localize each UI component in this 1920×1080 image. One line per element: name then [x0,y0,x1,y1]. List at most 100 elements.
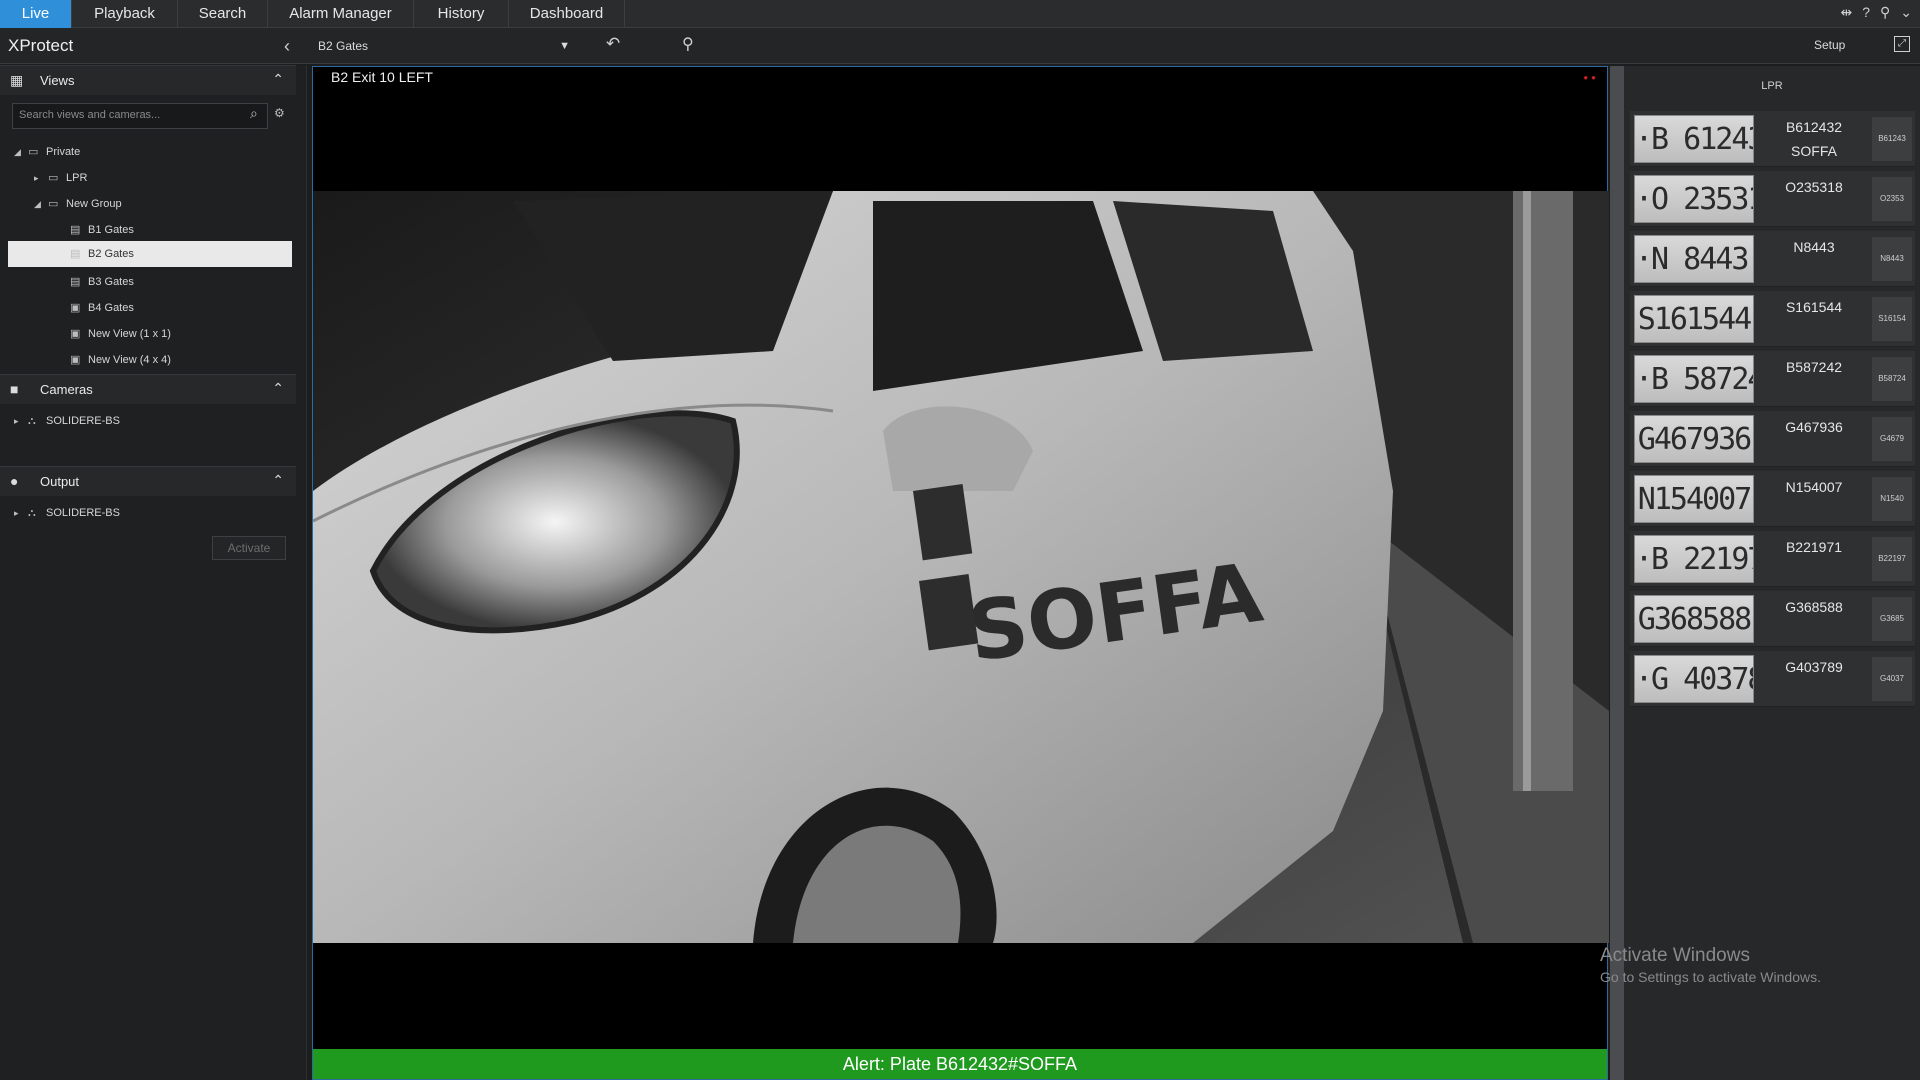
output-section-header[interactable]: ● Output ⌃ [0,466,296,496]
tree-item-b4-gates[interactable]: ▣ B4 Gates [70,297,134,319]
folder-icon: ▭ [48,172,59,184]
plate-image: ·B 587242· [1634,355,1754,403]
connection-icon[interactable]: ⇹ [1840,4,1852,24]
bulb-icon: ● [10,473,19,489]
lpr-list-item[interactable]: N154007 N154007 N1540 [1630,471,1915,527]
toolbar: XProtect ‹ B2 Gates ▼ ↶ ⚲ Setup ⤢ [0,28,1920,64]
tab-search[interactable]: Search [178,0,268,28]
chevron-up-icon[interactable]: ⌃ [272,380,284,397]
plate-number: N8443 [1793,239,1835,255]
expand-arrow-icon[interactable]: ◢ [14,141,28,163]
lpr-list-item[interactable]: S161544 S161544 S16154 [1630,291,1915,347]
chevron-down-icon[interactable]: ⌄ [1900,4,1912,24]
sidebar: ▦ Views ⌃ Search views and cameras... ⌕ … [0,65,307,1080]
plate-thumbnail: G4679 [1872,417,1912,461]
collapse-arrow-icon[interactable]: ▸ [34,167,48,189]
tree-item-new-view-4x4[interactable]: ▣ New View (4 x 4) [70,349,171,371]
plate-number: B587242 [1785,359,1843,375]
lpr-panel: LPR ·B 612432· B612432 SOFFA B61243 ·O 2… [1624,66,1920,1080]
plate-number: B221971 [1785,539,1843,555]
plate-thumbnail: N8443 [1872,237,1912,281]
camera-icon: ■ [10,381,19,397]
activation-watermark: Activate Windows Go to Settings to activ… [1600,945,1821,985]
plate-number: O235318 [1785,179,1843,195]
tree-item-private[interactable]: ◢ ▭ Private [14,141,80,163]
expand-arrow-icon[interactable]: ◢ [34,193,48,215]
activate-button[interactable]: Activate [212,536,286,560]
chevron-up-icon[interactable]: ⌃ [272,71,284,88]
grid-icon: ▦ [10,72,24,88]
setup-button[interactable]: Setup [1814,38,1845,52]
plate-thumbnail: B22197 [1872,537,1912,581]
lpr-list-item[interactable]: ·N 8443· N8443 N8443 [1630,231,1915,287]
collapse-panel-icon[interactable]: ‹ [284,36,290,57]
plate-image: ·B 612432· [1634,115,1754,163]
alert-banner: Alert: Plate B612432#SOFFA [313,1049,1607,1079]
server-icon: ⛬ [28,415,36,427]
tab-alarm-manager[interactable]: Alarm Manager [268,0,414,28]
plate-thumbnail: B58724 [1872,357,1912,401]
lpr-list-item[interactable]: ·B 587242· B587242 B58724 [1630,351,1915,407]
search-options-icon[interactable]: ⚙ [274,106,285,120]
tree-item-b2-gates[interactable]: ▤ B2 Gates [8,241,292,267]
chevron-down-icon: ▼ [559,40,570,52]
plate-number: B612432 SOFFA [1764,115,1864,163]
tree-item-lpr[interactable]: ▸ ▭ LPR [34,167,87,189]
window-controls: ⇹ ? ⚲ ⌄ [1840,4,1912,24]
plate-image: ·O 235318· [1634,175,1754,223]
undo-icon[interactable]: ↶ [606,34,620,54]
lpr-list-item[interactable]: ·G 403789· G403789 G4037 [1630,651,1915,707]
plate-thumbnail: G4037 [1872,657,1912,701]
plate-number: G368588 [1785,599,1843,615]
collapse-arrow-icon[interactable]: ▸ [14,410,28,432]
plate-thumbnail: S16154 [1872,297,1912,341]
search-input[interactable]: Search views and cameras... [12,103,268,129]
view-select-value: B2 Gates [318,39,369,53]
help-icon[interactable]: ? [1862,4,1870,24]
view-select[interactable]: B2 Gates ▼ [314,34,576,58]
plate-number: G467936 [1785,419,1843,435]
pin-icon[interactable]: ⚲ [1880,4,1890,24]
plate-owner: SOFFA [1791,143,1837,159]
lpr-list-item[interactable]: G467936 G467936 G4679 [1630,411,1915,467]
camera-title: B2 Exit 10 LEFT [331,69,433,85]
grid-view-icon: ▣ [70,302,81,314]
tab-history[interactable]: History [414,0,509,28]
lpr-list-item[interactable]: ·O 235318· O235318 O2353 [1630,171,1915,227]
plate-thumbnail: O2353 [1872,177,1912,221]
collapse-arrow-icon[interactable]: ▸ [14,502,28,524]
grid-view-icon: ▤ [70,248,81,260]
lpr-list-item[interactable]: ·B 221971· B221971 B22197 [1630,531,1915,587]
tree-item-new-group[interactable]: ◢ ▭ New Group [34,193,122,215]
tab-dashboard[interactable]: Dashboard [509,0,625,28]
lpr-panel-title: LPR [1761,80,1783,92]
plate-thumbnail: N1540 [1872,477,1912,521]
lpr-list-item[interactable]: G368588 G368588 G3685 [1630,591,1915,647]
cameras-section-header[interactable]: ■ Cameras ⌃ [0,374,296,404]
plate-number: G403789 [1785,659,1843,675]
tree-item-camera-server[interactable]: ▸ ⛬ SOLIDERE-BS [14,410,120,432]
grid-view-icon: ▤ [70,276,81,288]
camera-view[interactable]: B2 Exit 10 LEFT ●● SOFFA Alert: Plate B6… [312,66,1609,1080]
folder-icon: ▭ [28,146,39,158]
tree-item-new-view-1x1[interactable]: ▣ New View (1 x 1) [70,323,171,345]
tab-live[interactable]: Live [0,0,72,28]
tree-item-b3-gates[interactable]: ▤ B3 Gates [70,271,134,293]
chevron-up-icon[interactable]: ⌃ [272,472,284,489]
maximize-icon[interactable]: ⤢ [1894,36,1910,52]
lpr-list-item[interactable]: ·B 612432· B612432 SOFFA B61243 [1630,111,1915,167]
tab-playback[interactable]: Playback [72,0,178,28]
zoom-icon[interactable]: ⚲ [682,34,694,54]
tree-item-output-server[interactable]: ▸ ⛬ SOLIDERE-BS [14,502,120,524]
watermark-title: Activate Windows [1600,945,1750,966]
panel-splitter[interactable] [1610,66,1624,1080]
app-title: XProtect [8,36,74,55]
cameras-header-label: Cameras [40,382,93,397]
views-section-header[interactable]: ▦ Views ⌃ [0,65,296,95]
server-icon: ⛬ [28,507,36,519]
tree-item-b1-gates[interactable]: ▤ B1 Gates [70,219,134,241]
search-icon[interactable]: ⌕ [250,105,258,122]
output-header-label: Output [40,474,80,489]
folder-icon: ▭ [48,198,59,210]
camera-feed: SOFFA [313,191,1609,943]
